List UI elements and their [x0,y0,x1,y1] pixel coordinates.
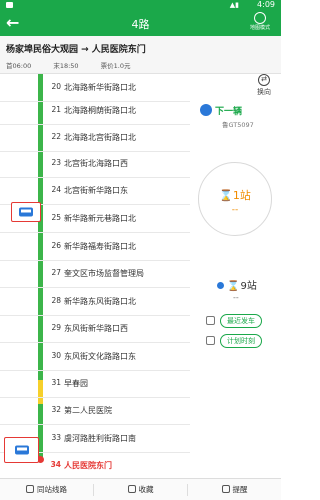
stop-item[interactable]: 22 北海路北宫街路口北 [0,124,190,152]
bus-dot-icon [217,282,224,289]
stop-name: 新华路东风街路口北 [64,297,136,306]
stop-name: 北宫街北海路口西 [64,159,128,168]
status-bar: ▲▮ 4:09 [0,0,281,10]
second-bus-stations: 9站 [240,281,257,292]
stop-number: 24 [51,185,61,194]
reminder-label: 提醒 [232,485,248,494]
next-bus-header: 下一辆 [200,104,242,117]
stop-name: 新华路福寿街路口北 [64,242,136,251]
stop-item[interactable]: 31 早春园 [0,370,190,398]
second-bus-eta: -- [233,293,239,302]
stop-name: 第二人民医院 [64,406,112,415]
reminder-button[interactable]: 提醒 [188,479,281,500]
stop-number: 20 [51,82,61,91]
bus-icon [200,104,212,116]
stop-number: 27 [51,268,61,277]
stop-number: 26 [51,241,61,250]
bus-stop-icon [206,316,215,325]
stop-item[interactable]: 26 新华路福寿街路口北 [0,233,190,261]
star-icon [127,485,136,493]
stop-name: 北海路桐荫街路口北 [64,106,136,115]
stop-item[interactable]: 32 第二人民医院 [0,397,190,425]
countdown-circle: ⌛1站 -- [198,162,272,236]
stop-number: 21 [51,105,61,114]
favorite-button[interactable]: 收藏 [94,479,187,500]
stop-number: 23 [51,158,61,167]
eta-placeholder: -- [231,205,239,215]
globe-icon [254,12,266,24]
map-mode-button[interactable]: 地图模式 [245,12,275,32]
swap-icon: ⇄ [258,74,270,86]
page-title: 4路 [131,18,150,31]
stop-number: 34 [50,460,61,469]
clock: 4:09 [257,0,275,9]
stop-name: 北海路新华街路口北 [64,83,136,92]
stop-number: 33 [51,433,61,442]
stop-name: 新华路新元巷路口北 [64,214,136,223]
bell-icon [221,485,230,493]
arrival-panel: ⇄ 换向 下一辆 鲁GT5097 ⌛1站 -- ⌛9站 -- 最近发车 计划时刻 [192,74,281,457]
route-info: 杨家埠民俗大观园 → 人民医院东门 首06:00 末18:50 票价1.0元 [0,36,281,74]
stop-name: 北海路北宫街路口北 [64,133,136,142]
bus-position-icon[interactable] [4,437,39,463]
stop-name: 虞河路胜利街路口南 [64,434,136,443]
routes-icon [26,485,34,493]
route-direction: 杨家埠民俗大观园 → 人民医院东门 [6,45,146,55]
fare: 票价1.0元 [100,62,131,70]
stop-number: 29 [51,323,61,332]
stations-away: ⌛1站 [199,187,271,203]
title-bar: ← 4路 地图模式 [0,10,281,36]
stop-item[interactable]: 27 奎文区市场监督管理局 [0,260,190,288]
stop-item[interactable]: 30 东风街文化路路口东 [0,343,190,371]
hourglass-icon: ⌛ [219,189,233,202]
favorite-label: 收藏 [138,485,154,494]
latest-departure-button[interactable]: 最近发车 [220,314,262,328]
stop-item[interactable]: 23 北宫街北海路口西 [0,150,190,178]
second-bus: ⌛9站 [217,277,257,292]
stop-number: 28 [51,296,61,305]
swap-label: 换向 [257,88,271,96]
bus-plate: 鲁GT5097 [222,121,254,129]
stop-number: 32 [51,405,61,414]
stop-item[interactable]: 28 新华路东风街路口北 [0,288,190,316]
stop-name: 东风街文化路路口东 [64,352,136,361]
stop-number: 25 [51,213,61,222]
stop-name: 早春园 [64,379,88,388]
route-meta: 首06:00 末18:50 票价1.0元 [6,60,150,70]
stop-item[interactable]: 21 北海路桐荫街路口北 [0,97,190,125]
stop-name: 北宫街新华路口东 [64,186,128,195]
stop-number: 30 [51,351,61,360]
first-bus-time: 首06:00 [6,62,32,70]
hourglass-icon: ⌛ [227,281,240,292]
stop-item[interactable]: 24 北宫街新华路口东 [0,177,190,205]
same-stop-routes-label: 同站线路 [37,485,67,494]
stations-away-value: 1站 [232,189,251,202]
bus-position-icon[interactable] [11,202,41,222]
latest-departure-row: 最近发车 [206,314,276,328]
stop-name: 奎文区市场监督管理局 [64,269,144,278]
stop-name: 东风街新华路口西 [64,324,128,333]
map-mode-label: 地图模式 [249,25,270,31]
stop-number: 31 [51,378,61,387]
last-bus-time: 末18:50 [53,62,79,70]
next-bus-label: 下一辆 [215,107,243,117]
same-stop-routes-button[interactable]: 同站线路 [0,479,93,500]
swap-direction-button[interactable]: ⇄ 换向 [257,74,271,97]
clock-icon [206,336,215,345]
bottom-toolbar: 同站线路 收藏 提醒 [0,478,281,500]
schedule-button[interactable]: 计划时刻 [220,334,262,348]
stop-number: 22 [51,132,61,141]
stop-item[interactable]: 29 东风街新华路口西 [0,315,190,343]
signal-icon: ▲▮ [229,1,239,9]
schedule-row: 计划时刻 [206,334,276,348]
stop-name: 人民医院东门 [64,461,112,470]
